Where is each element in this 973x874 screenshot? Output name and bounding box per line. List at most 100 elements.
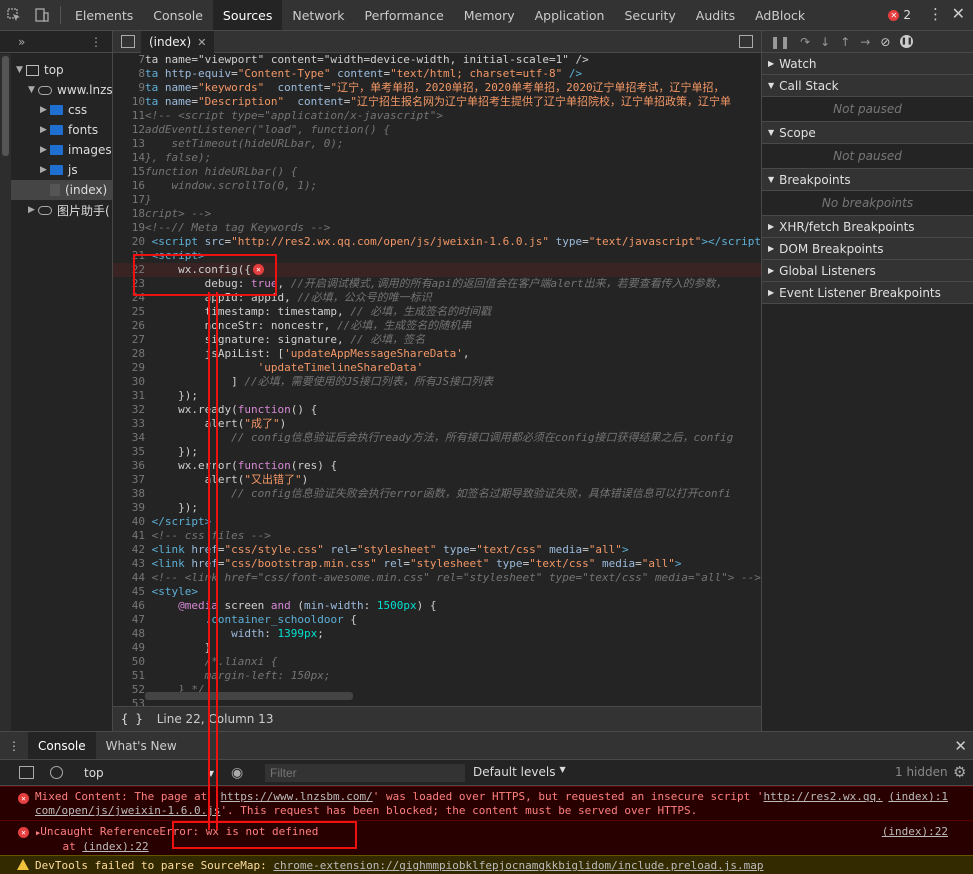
line-number[interactable]: 50 <box>113 655 145 669</box>
code-editor[interactable]: 7 ta name="viewport" content="width=devic… <box>113 53 761 706</box>
code-line[interactable]: }, false); <box>145 151 211 165</box>
close-icon[interactable]: ✕ <box>952 4 965 23</box>
error-counter[interactable]: ✕ 2 <box>888 8 911 22</box>
line-number[interactable]: 21 <box>113 249 145 263</box>
code-line[interactable]: <!-- css files --> <box>145 529 271 543</box>
source-link[interactable]: (index):22 <box>882 825 948 839</box>
line-number[interactable]: 16 <box>113 179 145 193</box>
section-event-listener-breakpoints[interactable]: ▶ Event Listener Breakpoints <box>762 282 973 304</box>
line-number[interactable]: 51 <box>113 669 145 683</box>
pause-on-exceptions-icon[interactable]: ❚❚ <box>900 35 914 48</box>
section-dom-breakpoints[interactable]: ▶ DOM Breakpoints <box>762 238 973 260</box>
line-number[interactable]: 8 <box>113 67 145 81</box>
code-line[interactable]: jsApiList: ['updateAppMessageShareData', <box>145 347 470 361</box>
line-number[interactable]: 44 <box>113 571 145 585</box>
tree-item[interactable]: (index) <box>11 180 112 200</box>
line-number[interactable]: 31 <box>113 389 145 403</box>
line-number[interactable]: 47 <box>113 613 145 627</box>
line-number[interactable]: 46 <box>113 599 145 613</box>
code-line[interactable]: </script> <box>145 515 212 529</box>
tab-adblock[interactable]: AdBlock <box>745 0 815 30</box>
code-line[interactable]: } <box>145 641 212 655</box>
line-number[interactable]: 18 <box>113 207 145 221</box>
line-number[interactable]: 7 <box>113 53 145 67</box>
code-line[interactable]: wx.ready(function() { <box>145 403 317 417</box>
deactivate-breakpoints-icon[interactable]: ⊘ <box>880 35 890 49</box>
line-number[interactable]: 12 <box>113 123 145 137</box>
code-line[interactable]: debug: true, //开启调试模式,调用的所有api的返回值会在客户端a… <box>145 277 727 291</box>
pause-icon[interactable]: ❚❚ <box>770 35 790 49</box>
code-line[interactable]: 'updateTimelineShareData' <box>145 361 424 375</box>
code-line[interactable]: cript> --> <box>145 207 211 221</box>
tree-item[interactable]: ▶ js <box>40 160 78 180</box>
line-number[interactable]: 43 <box>113 557 145 571</box>
code-line[interactable]: ta http-equiv="Content-Type" content="te… <box>145 67 582 81</box>
line-number[interactable]: 26 <box>113 319 145 333</box>
line-number[interactable]: 35 <box>113 445 145 459</box>
code-line[interactable]: }); <box>145 445 198 459</box>
code-line[interactable]: alert("又出错了") <box>145 473 309 487</box>
more-menu-icon[interactable]: ⋮ <box>928 5 943 23</box>
tab-performance[interactable]: Performance <box>355 0 454 30</box>
collapsed-arrow-icon[interactable]: ▶ <box>40 165 50 175</box>
tree-item[interactable]: ▼ www.lnzsl <box>28 80 112 100</box>
line-number[interactable]: 25 <box>113 305 145 319</box>
line-number[interactable]: 33 <box>113 417 145 431</box>
code-line[interactable]: ta name="keywords" content="辽宁，单考单招，2020… <box>145 81 725 95</box>
line-number[interactable]: 41 <box>113 529 145 543</box>
code-line[interactable]: // config信息验证失败会执行error函数，如签名过期导致验证失败，具体… <box>145 487 731 501</box>
context-selector[interactable]: top ▼ <box>84 765 214 781</box>
code-line[interactable]: <script> <box>145 249 205 263</box>
more-tabs-icon[interactable]: » <box>18 35 25 49</box>
tree-item[interactable]: ▶ fonts <box>40 120 98 140</box>
expanded-arrow-icon[interactable]: ▼ <box>16 65 26 75</box>
tab-memory[interactable]: Memory <box>454 0 525 30</box>
show-sidebar-icon[interactable] <box>19 766 34 779</box>
line-number[interactable]: 22 <box>113 263 145 277</box>
code-line[interactable]: <script src="http://res2.wx.qq.com/open/… <box>145 235 761 249</box>
line-number[interactable]: 13 <box>113 137 145 151</box>
section-watch[interactable]: ▶ Watch <box>762 53 973 75</box>
code-line[interactable]: appId: appid, //必填，公众号的唯一标识 <box>145 291 432 305</box>
scrollbar-thumb[interactable] <box>2 56 9 156</box>
code-line[interactable]: // config信息验证后会执行ready方法，所有接口调用都必须在confi… <box>145 431 733 445</box>
code-line[interactable]: wx.error(function(res) { <box>145 459 337 473</box>
line-number[interactable]: 36 <box>113 459 145 473</box>
code-line[interactable]: <link href="css/style.css" rel="styleshe… <box>145 543 629 557</box>
code-line[interactable]: ta name="Description" content="辽宁招生报名网为辽… <box>145 95 731 109</box>
line-number[interactable]: 14 <box>113 151 145 165</box>
code-line[interactable]: signature: signature, // 必填，签名 <box>145 333 426 347</box>
code-line[interactable]: nonceStr: noncestr, //必填，生成签名的随机串 <box>145 319 472 333</box>
line-number[interactable]: 40 <box>113 515 145 529</box>
code-line[interactable]: window.scrollTo(0, 1); <box>145 179 317 193</box>
tab-console[interactable]: Console <box>28 732 96 759</box>
inline-error-icon[interactable]: ✕ <box>253 264 264 275</box>
toggle-navigator-icon[interactable] <box>121 35 135 48</box>
tree-item[interactable]: ▶ images <box>40 140 112 160</box>
tab-application[interactable]: Application <box>525 0 615 30</box>
code-line[interactable]: margin-left: 150px; <box>145 669 331 683</box>
code-line[interactable]: setTimeout(hideURLbar, 0); <box>145 137 343 151</box>
collapsed-arrow-icon[interactable]: ▶ <box>40 125 50 135</box>
step-into-icon[interactable]: ↓ <box>820 35 830 49</box>
message-link[interactable]: (index):22 <box>82 840 148 853</box>
tab-security[interactable]: Security <box>614 0 685 30</box>
code-line[interactable]: .container_schooldoor { <box>145 613 357 627</box>
tab-elements[interactable]: Elements <box>65 0 143 30</box>
navigator-menu-icon[interactable]: ⋮ <box>90 35 102 49</box>
code-line[interactable]: }); <box>145 389 198 403</box>
line-number[interactable]: 28 <box>113 347 145 361</box>
line-number[interactable]: 17 <box>113 193 145 207</box>
code-line[interactable]: timestamp: timestamp, // 必填，生成签名的时间戳 <box>145 305 492 319</box>
code-line[interactable]: ta name="viewport" content="width=device… <box>145 53 589 67</box>
tree-item[interactable]: ▼ top <box>16 60 64 80</box>
line-number[interactable]: 20 <box>113 235 145 249</box>
collapsed-arrow-icon[interactable]: ▶ <box>28 205 38 215</box>
filter-input[interactable] <box>265 764 465 782</box>
line-number[interactable]: 30 <box>113 375 145 389</box>
line-number[interactable]: 24 <box>113 291 145 305</box>
code-line[interactable]: <link href="css/bootstrap.min.css" rel="… <box>145 557 682 571</box>
horizontal-scrollbar[interactable] <box>145 692 353 700</box>
line-number[interactable]: 45 <box>113 585 145 599</box>
tree-item[interactable]: ▶ css <box>40 100 87 120</box>
